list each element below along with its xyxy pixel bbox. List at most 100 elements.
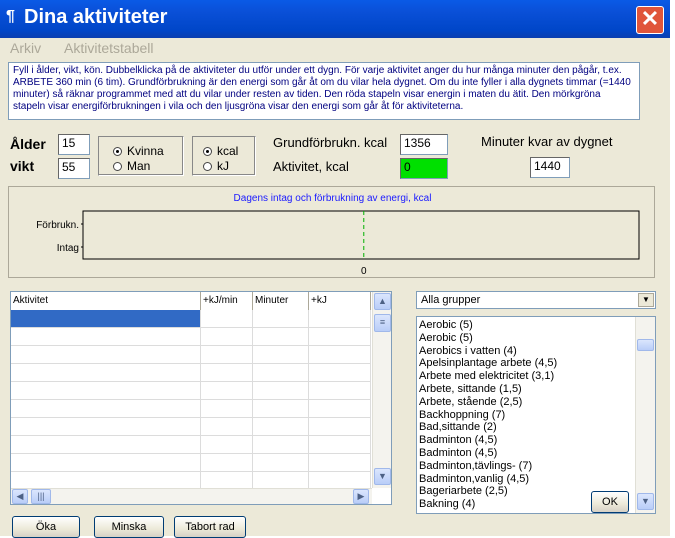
weight-input[interactable]: 55 — [58, 158, 90, 179]
table-cell[interactable] — [309, 382, 371, 400]
age-label: Ålder — [10, 136, 46, 152]
list-item[interactable]: Bageriarbete (2,5) — [419, 485, 508, 497]
table-hscroll[interactable]: ◀ ||| ▶ — [11, 488, 372, 504]
scroll-up-icon[interactable]: ▲ — [374, 293, 391, 310]
radio-kcal[interactable]: kcal — [203, 144, 238, 158]
list-item[interactable]: Aerobic (5) — [419, 332, 473, 344]
list-vscroll[interactable]: ▼ — [635, 317, 655, 513]
table-cell[interactable] — [309, 436, 371, 454]
list-item[interactable]: Badminton (4,5) — [419, 434, 497, 446]
table-cell[interactable] — [253, 328, 309, 346]
radio-empty-icon — [113, 162, 122, 171]
list-item[interactable]: Arbete, stående (2,5) — [419, 396, 522, 408]
list-scroll-down-icon[interactable]: ▼ — [637, 493, 654, 510]
table-cell[interactable] — [309, 418, 371, 436]
menu-bar: Arkiv Aktivitetstabell — [0, 38, 670, 60]
table-cell[interactable] — [309, 310, 371, 328]
table-cell[interactable] — [201, 400, 253, 418]
age-input[interactable]: 15 — [58, 134, 90, 155]
close-button[interactable]: ✕ — [636, 6, 664, 34]
list-item[interactable]: Aerobics i vatten (4) — [419, 345, 517, 357]
window-title: Dina aktiviteter — [24, 6, 168, 28]
list-item[interactable]: Arbete, sittande (1,5) — [419, 383, 522, 395]
menu-aktivitetstabell[interactable]: Aktivitetstabell — [64, 40, 153, 56]
group-select-value: Alla grupper — [421, 294, 481, 306]
list-item[interactable]: Backhoppning (7) — [419, 409, 505, 421]
table-cell[interactable] — [253, 454, 309, 472]
table-cell[interactable] — [201, 346, 253, 364]
table-cell[interactable] — [201, 382, 253, 400]
table-cell[interactable] — [11, 400, 201, 418]
table-cell[interactable] — [309, 364, 371, 382]
table-cell[interactable] — [309, 454, 371, 472]
col-aktivitet[interactable]: Aktivitet — [11, 292, 201, 310]
table-cell[interactable] — [253, 346, 309, 364]
radio-kj[interactable]: kJ — [203, 159, 229, 173]
table-cell[interactable] — [253, 436, 309, 454]
decrease-button[interactable]: Minska — [94, 516, 164, 538]
list-item[interactable]: Bad,sittande (2) — [419, 421, 497, 433]
chevron-down-icon[interactable]: ▼ — [638, 293, 654, 307]
minutes-left-label: Minuter kvar av dygnet — [481, 134, 613, 149]
table-cell[interactable] — [201, 364, 253, 382]
list-item[interactable]: Badminton,vanlig (4,5) — [419, 473, 529, 485]
table-cell[interactable] — [309, 346, 371, 364]
table-cell[interactable] — [309, 400, 371, 418]
table-cell[interactable] — [253, 310, 309, 328]
y-tick-label: Intag — [57, 243, 79, 254]
activity-table[interactable]: Aktivitet +kJ/min Minuter +kJ ▲ ≡ ▼ ◀ ||… — [10, 291, 392, 505]
scroll-left-icon[interactable]: ◀ — [12, 489, 28, 504]
table-cell[interactable] — [11, 454, 201, 472]
instructions-text: Fyll i ålder, vikt, kön. Dubbelklicka på… — [8, 62, 640, 120]
background-window — [670, 0, 675, 536]
list-item[interactable]: Aerobic (5) — [419, 319, 473, 331]
list-item[interactable]: Apelsinplantage arbete (4,5) — [419, 357, 557, 369]
list-item[interactable]: Arbete med elektricitet (3,1) — [419, 370, 554, 382]
col-minuter[interactable]: Minuter — [253, 292, 309, 310]
group-select[interactable]: Alla grupper ▼ — [416, 291, 656, 309]
radio-selected-icon — [113, 147, 122, 156]
scroll-thumb[interactable]: ≡ — [374, 314, 391, 332]
table-cell[interactable] — [309, 328, 371, 346]
activity-value: 0 — [400, 158, 448, 179]
activities-list[interactable]: Aerobic (5) Aerobic (5) Aerobics i vatten … — [416, 316, 656, 514]
radio-empty-icon — [203, 162, 212, 171]
table-cell[interactable] — [253, 364, 309, 382]
table-cell[interactable] — [201, 436, 253, 454]
scroll-right-icon[interactable]: ▶ — [353, 489, 369, 504]
list-item[interactable]: Badminton (4,5) — [419, 447, 497, 459]
y-tick-label: Förbrukn. — [36, 220, 79, 231]
table-cell[interactable] — [11, 382, 201, 400]
scroll-down-icon[interactable]: ▼ — [374, 468, 391, 485]
table-cell[interactable] — [201, 454, 253, 472]
table-cell[interactable] — [201, 328, 253, 346]
table-cell[interactable] — [11, 310, 201, 328]
ok-button[interactable]: OK — [591, 491, 629, 513]
col-kj-per-min[interactable]: +kJ/min — [201, 292, 253, 310]
minutes-left-value: 1440 — [530, 157, 570, 178]
remove-row-button[interactable]: Tabort rad — [174, 516, 246, 538]
table-cell[interactable] — [201, 310, 253, 328]
table-cell[interactable] — [11, 436, 201, 454]
list-scroll-thumb[interactable] — [637, 339, 654, 351]
radio-man[interactable]: Man — [113, 159, 150, 173]
menu-arkiv[interactable]: Arkiv — [10, 40, 41, 56]
table-cell[interactable] — [11, 418, 201, 436]
hscroll-thumb[interactable]: ||| — [31, 489, 51, 504]
col-kj[interactable]: +kJ — [309, 292, 371, 310]
table-cell[interactable] — [11, 364, 201, 382]
table-cell[interactable] — [11, 346, 201, 364]
table-cell[interactable] — [201, 418, 253, 436]
table-cell[interactable] — [253, 418, 309, 436]
increase-button[interactable]: Öka — [12, 516, 80, 538]
table-vscroll[interactable]: ▲ ≡ ▼ — [372, 292, 391, 488]
chart-canvas: Förbrukn. Intag 0 — [36, 210, 640, 277]
list-item[interactable]: Bakning (4) — [419, 498, 475, 510]
title-bar[interactable]: ¶ Dina aktiviteter ✕ — [0, 0, 670, 38]
table-cell[interactable] — [11, 328, 201, 346]
list-item[interactable]: Badminton,tävlings- (7) — [419, 460, 532, 472]
radio-kvinna[interactable]: Kvinna — [113, 144, 164, 158]
table-cell[interactable] — [253, 382, 309, 400]
table-cell[interactable] — [253, 400, 309, 418]
activity-label: Aktivitet, kcal — [273, 159, 349, 174]
